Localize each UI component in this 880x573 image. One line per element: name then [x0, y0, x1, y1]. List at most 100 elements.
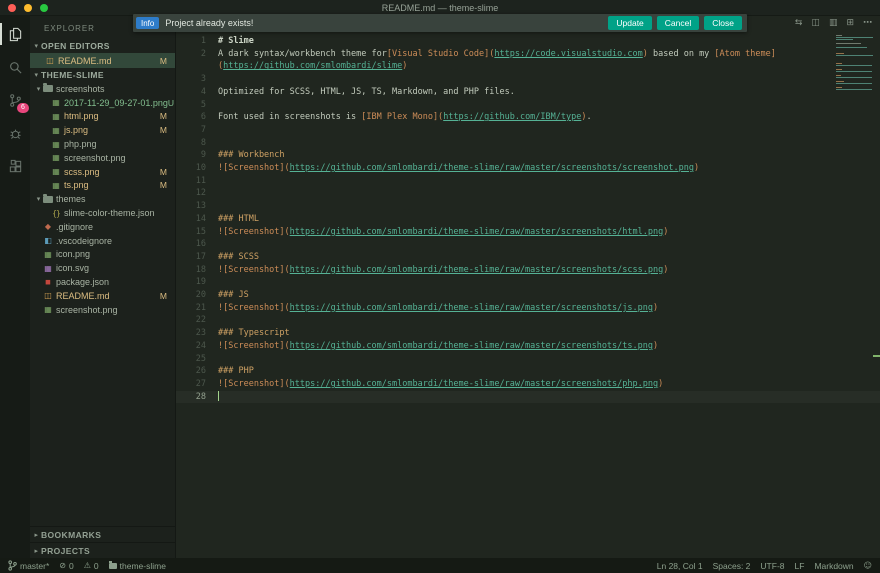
editor-line-8[interactable]: 8	[176, 137, 880, 150]
zoom-window-button[interactable]	[40, 4, 48, 12]
editor-line-26[interactable]: 26### PHP	[176, 365, 880, 378]
tree-item-slime-color-theme-json[interactable]: slime-color-theme.json	[30, 206, 175, 220]
line-number	[176, 60, 218, 73]
editor-line-18[interactable]: 18![Screenshot](https://github.com/smlom…	[176, 264, 880, 277]
scm-count-badge: 6	[17, 103, 29, 113]
editor-line-5[interactable]: 5	[176, 99, 880, 112]
tree-item-vscodeignore[interactable]: .vscodeignore	[30, 234, 175, 248]
grid-layout-icon[interactable]	[846, 18, 854, 28]
image-file-icon	[51, 167, 61, 176]
editor-line-28[interactable]: 28	[176, 391, 880, 404]
editor-line-22[interactable]: 22	[176, 314, 880, 327]
editor-line-27[interactable]: 27![Screenshot](https://github.com/smlom…	[176, 378, 880, 391]
status-error[interactable]: ⊘0	[59, 561, 73, 571]
editor-line-14[interactable]: 14### HTML	[176, 213, 880, 226]
tree-item-readme-md[interactable]: README.mdM	[30, 289, 175, 303]
line-number: 17	[176, 251, 218, 264]
activity-search-icon[interactable]	[4, 57, 26, 77]
file-name: screenshot.png	[64, 153, 126, 163]
editor-line-wrap[interactable]: (https://github.com/smlombardi/slime)	[176, 60, 880, 73]
git-branch-icon	[8, 560, 17, 571]
status-spaces-2[interactable]: Spaces: 2	[713, 561, 751, 571]
tree-item-php-png[interactable]: php.png	[30, 137, 175, 151]
minimap[interactable]	[836, 35, 876, 93]
status-folder[interactable]: theme-slime	[109, 561, 166, 571]
editor-line-21[interactable]: 21![Screenshot](https://github.com/smlom…	[176, 302, 880, 315]
close-button[interactable]: Close	[704, 16, 742, 30]
files-icon	[8, 27, 23, 42]
editor-line-13[interactable]: 13	[176, 200, 880, 213]
editor-line-2[interactable]: 2A dark syntax/workbench theme for[Visua…	[176, 48, 880, 61]
editor-line-9[interactable]: 9### Workbench	[176, 149, 880, 162]
editor-line-6[interactable]: 6Font used in screenshots is [IBM Plex M…	[176, 111, 880, 124]
tree-item-ts-png[interactable]: ts.pngM	[30, 179, 175, 193]
editor-line-17[interactable]: 17### SCSS	[176, 251, 880, 264]
editor-line-25[interactable]: 25	[176, 353, 880, 366]
editor-line-1[interactable]: 1# Slime	[176, 35, 880, 48]
line-number: 1	[176, 35, 218, 48]
tree-item-themes[interactable]: ▾themes	[30, 192, 175, 206]
editor-line-7[interactable]: 7	[176, 124, 880, 137]
tree-item-scss-png[interactable]: scss.pngM	[30, 165, 175, 179]
status-label: UTF-8	[760, 561, 784, 571]
line-number: 25	[176, 353, 218, 366]
svg-file-icon	[43, 264, 53, 273]
status-utf-8[interactable]: UTF-8	[760, 561, 784, 571]
folder-section-label: THEME-SLIME	[41, 70, 104, 80]
code-area[interactable]: 1# Slime2A dark syntax/workbench theme f…	[176, 32, 880, 403]
editor-content[interactable]: 1# Slime2A dark syntax/workbench theme f…	[176, 32, 880, 558]
status-markdown[interactable]: Markdown	[814, 561, 853, 571]
editor-line-3[interactable]: 3	[176, 73, 880, 86]
section-projects[interactable]: ▸PROJECTS	[30, 542, 175, 558]
toggle-panel-icon[interactable]	[829, 18, 838, 28]
status-lf[interactable]: LF	[795, 561, 805, 571]
tree-item-2017-11-29-09-27-01-png[interactable]: 2017-11-29_09-27-01.pngU	[30, 96, 175, 110]
open-editors-header[interactable]: ▾ OPEN EDITORS	[30, 39, 175, 53]
editor-line-24[interactable]: 24![Screenshot](https://github.com/smlom…	[176, 340, 880, 353]
status-smiley[interactable]: ☺	[864, 561, 872, 570]
update-button[interactable]: Update	[608, 16, 651, 30]
tree-item-html-png[interactable]: html.pngM	[30, 110, 175, 124]
editor-line-20[interactable]: 20### JS	[176, 289, 880, 302]
more-actions-icon[interactable]	[863, 18, 872, 28]
tree-item-screenshot-png[interactable]: screenshot.png	[30, 151, 175, 165]
file-name: ts.png	[64, 180, 89, 190]
status-branch[interactable]: master*	[8, 560, 49, 571]
tree-item-icon-svg[interactable]: icon.svg	[30, 261, 175, 275]
activity-source-control-icon[interactable]: 6	[4, 90, 26, 110]
open-editor-item-readme[interactable]: README.md M	[30, 53, 175, 68]
file-name: screenshot.png	[56, 305, 118, 315]
activity-extensions-icon[interactable]	[4, 156, 26, 176]
cancel-button[interactable]: Cancel	[657, 16, 699, 30]
chevron-down-icon: ▾	[32, 42, 41, 50]
folder-section-header[interactable]: ▾ THEME-SLIME	[30, 68, 175, 82]
tree-item-js-png[interactable]: js.pngM	[30, 123, 175, 137]
editor-line-4[interactable]: 4Optimized for SCSS, HTML, JS, TS, Markd…	[176, 86, 880, 99]
editor-area: 1# Slime2A dark syntax/workbench theme f…	[176, 16, 880, 558]
line-number: 27	[176, 378, 218, 391]
activity-explorer-icon[interactable]	[4, 24, 26, 44]
tree-item-screenshot-png[interactable]: screenshot.png	[30, 303, 175, 317]
editor-line-11[interactable]: 11	[176, 175, 880, 188]
minimize-window-button[interactable]	[24, 4, 32, 12]
split-editor-icon[interactable]	[811, 18, 820, 28]
editor-line-19[interactable]: 19	[176, 276, 880, 289]
image-file-icon	[51, 126, 61, 135]
status-warning[interactable]: ⚠0	[84, 561, 99, 571]
activity-debug-icon[interactable]	[4, 123, 26, 143]
close-window-button[interactable]	[8, 4, 16, 12]
tree-item-screenshots[interactable]: ▾screenshots	[30, 82, 175, 96]
editor-line-10[interactable]: 10![Screenshot](https://github.com/smlom…	[176, 162, 880, 175]
editor-line-15[interactable]: 15![Screenshot](https://github.com/smlom…	[176, 226, 880, 239]
editor-line-23[interactable]: 23### Typescript	[176, 327, 880, 340]
npm-file-icon	[43, 278, 53, 286]
tree-item-gitignore[interactable]: .gitignore	[30, 220, 175, 234]
overview-ruler-cursor-mark	[873, 355, 880, 357]
editor-line-16[interactable]: 16	[176, 238, 880, 251]
tree-item-package-json[interactable]: package.json	[30, 275, 175, 289]
tree-item-icon-png[interactable]: icon.png	[30, 248, 175, 262]
status-ln-28-col-1[interactable]: Ln 28, Col 1	[657, 561, 703, 571]
section-bookmarks[interactable]: ▸BOOKMARKS	[30, 526, 175, 542]
open-changes-icon[interactable]	[795, 18, 803, 28]
editor-line-12[interactable]: 12	[176, 187, 880, 200]
